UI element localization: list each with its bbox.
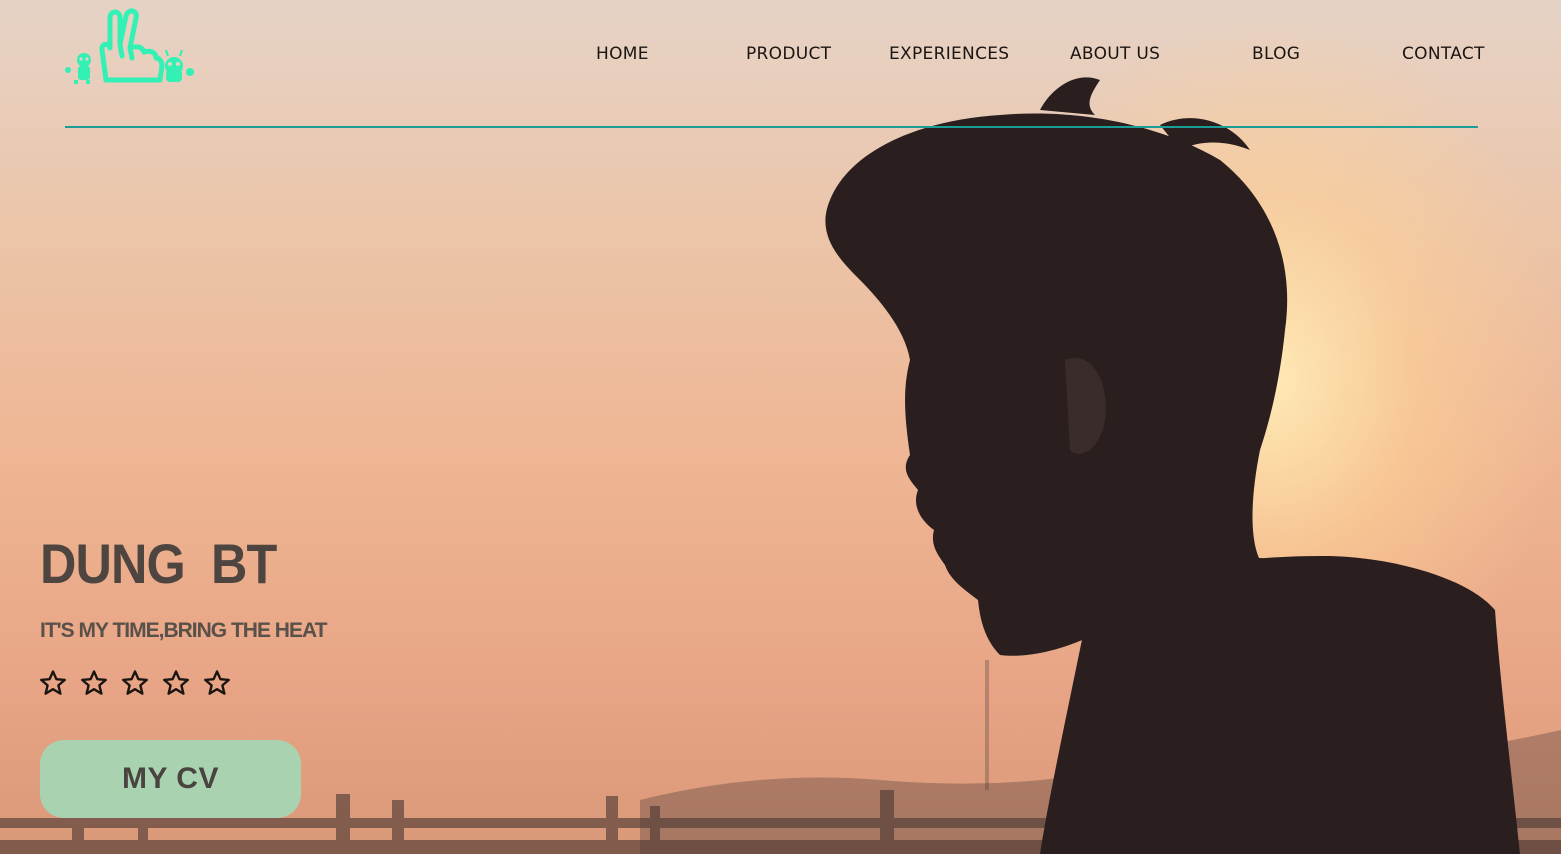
hero-name-title: DUNG BT (40, 532, 277, 595)
star-outline-icon[interactable] (203, 669, 231, 697)
header-divider (65, 126, 1478, 128)
silhouette-scene (0, 77, 1561, 854)
main-nav: HOME PRODUCT EXPERIENCES ABOUT US BLOG C… (0, 44, 1561, 70)
star-outline-icon[interactable] (39, 669, 67, 697)
hero-background-photo (0, 0, 1561, 854)
nav-product-link[interactable]: PRODUCT (746, 44, 831, 64)
star-outline-icon[interactable] (121, 669, 149, 697)
person-silhouette (825, 77, 1520, 854)
nav-experiences-link[interactable]: EXPERIENCES (889, 44, 1009, 64)
star-rating[interactable] (39, 669, 231, 701)
hero-tagline: IT'S MY TIME,BRING THE HEAT (40, 619, 327, 642)
nav-blog-link[interactable]: BLOG (1252, 44, 1300, 64)
nav-home-link[interactable]: HOME (596, 44, 649, 64)
nav-contact-link[interactable]: CONTACT (1402, 44, 1485, 64)
star-outline-icon[interactable] (80, 669, 108, 697)
nav-about-us-link[interactable]: ABOUT US (1070, 44, 1160, 64)
my-cv-button[interactable]: MY CV (40, 740, 301, 818)
star-outline-icon[interactable] (162, 669, 190, 697)
